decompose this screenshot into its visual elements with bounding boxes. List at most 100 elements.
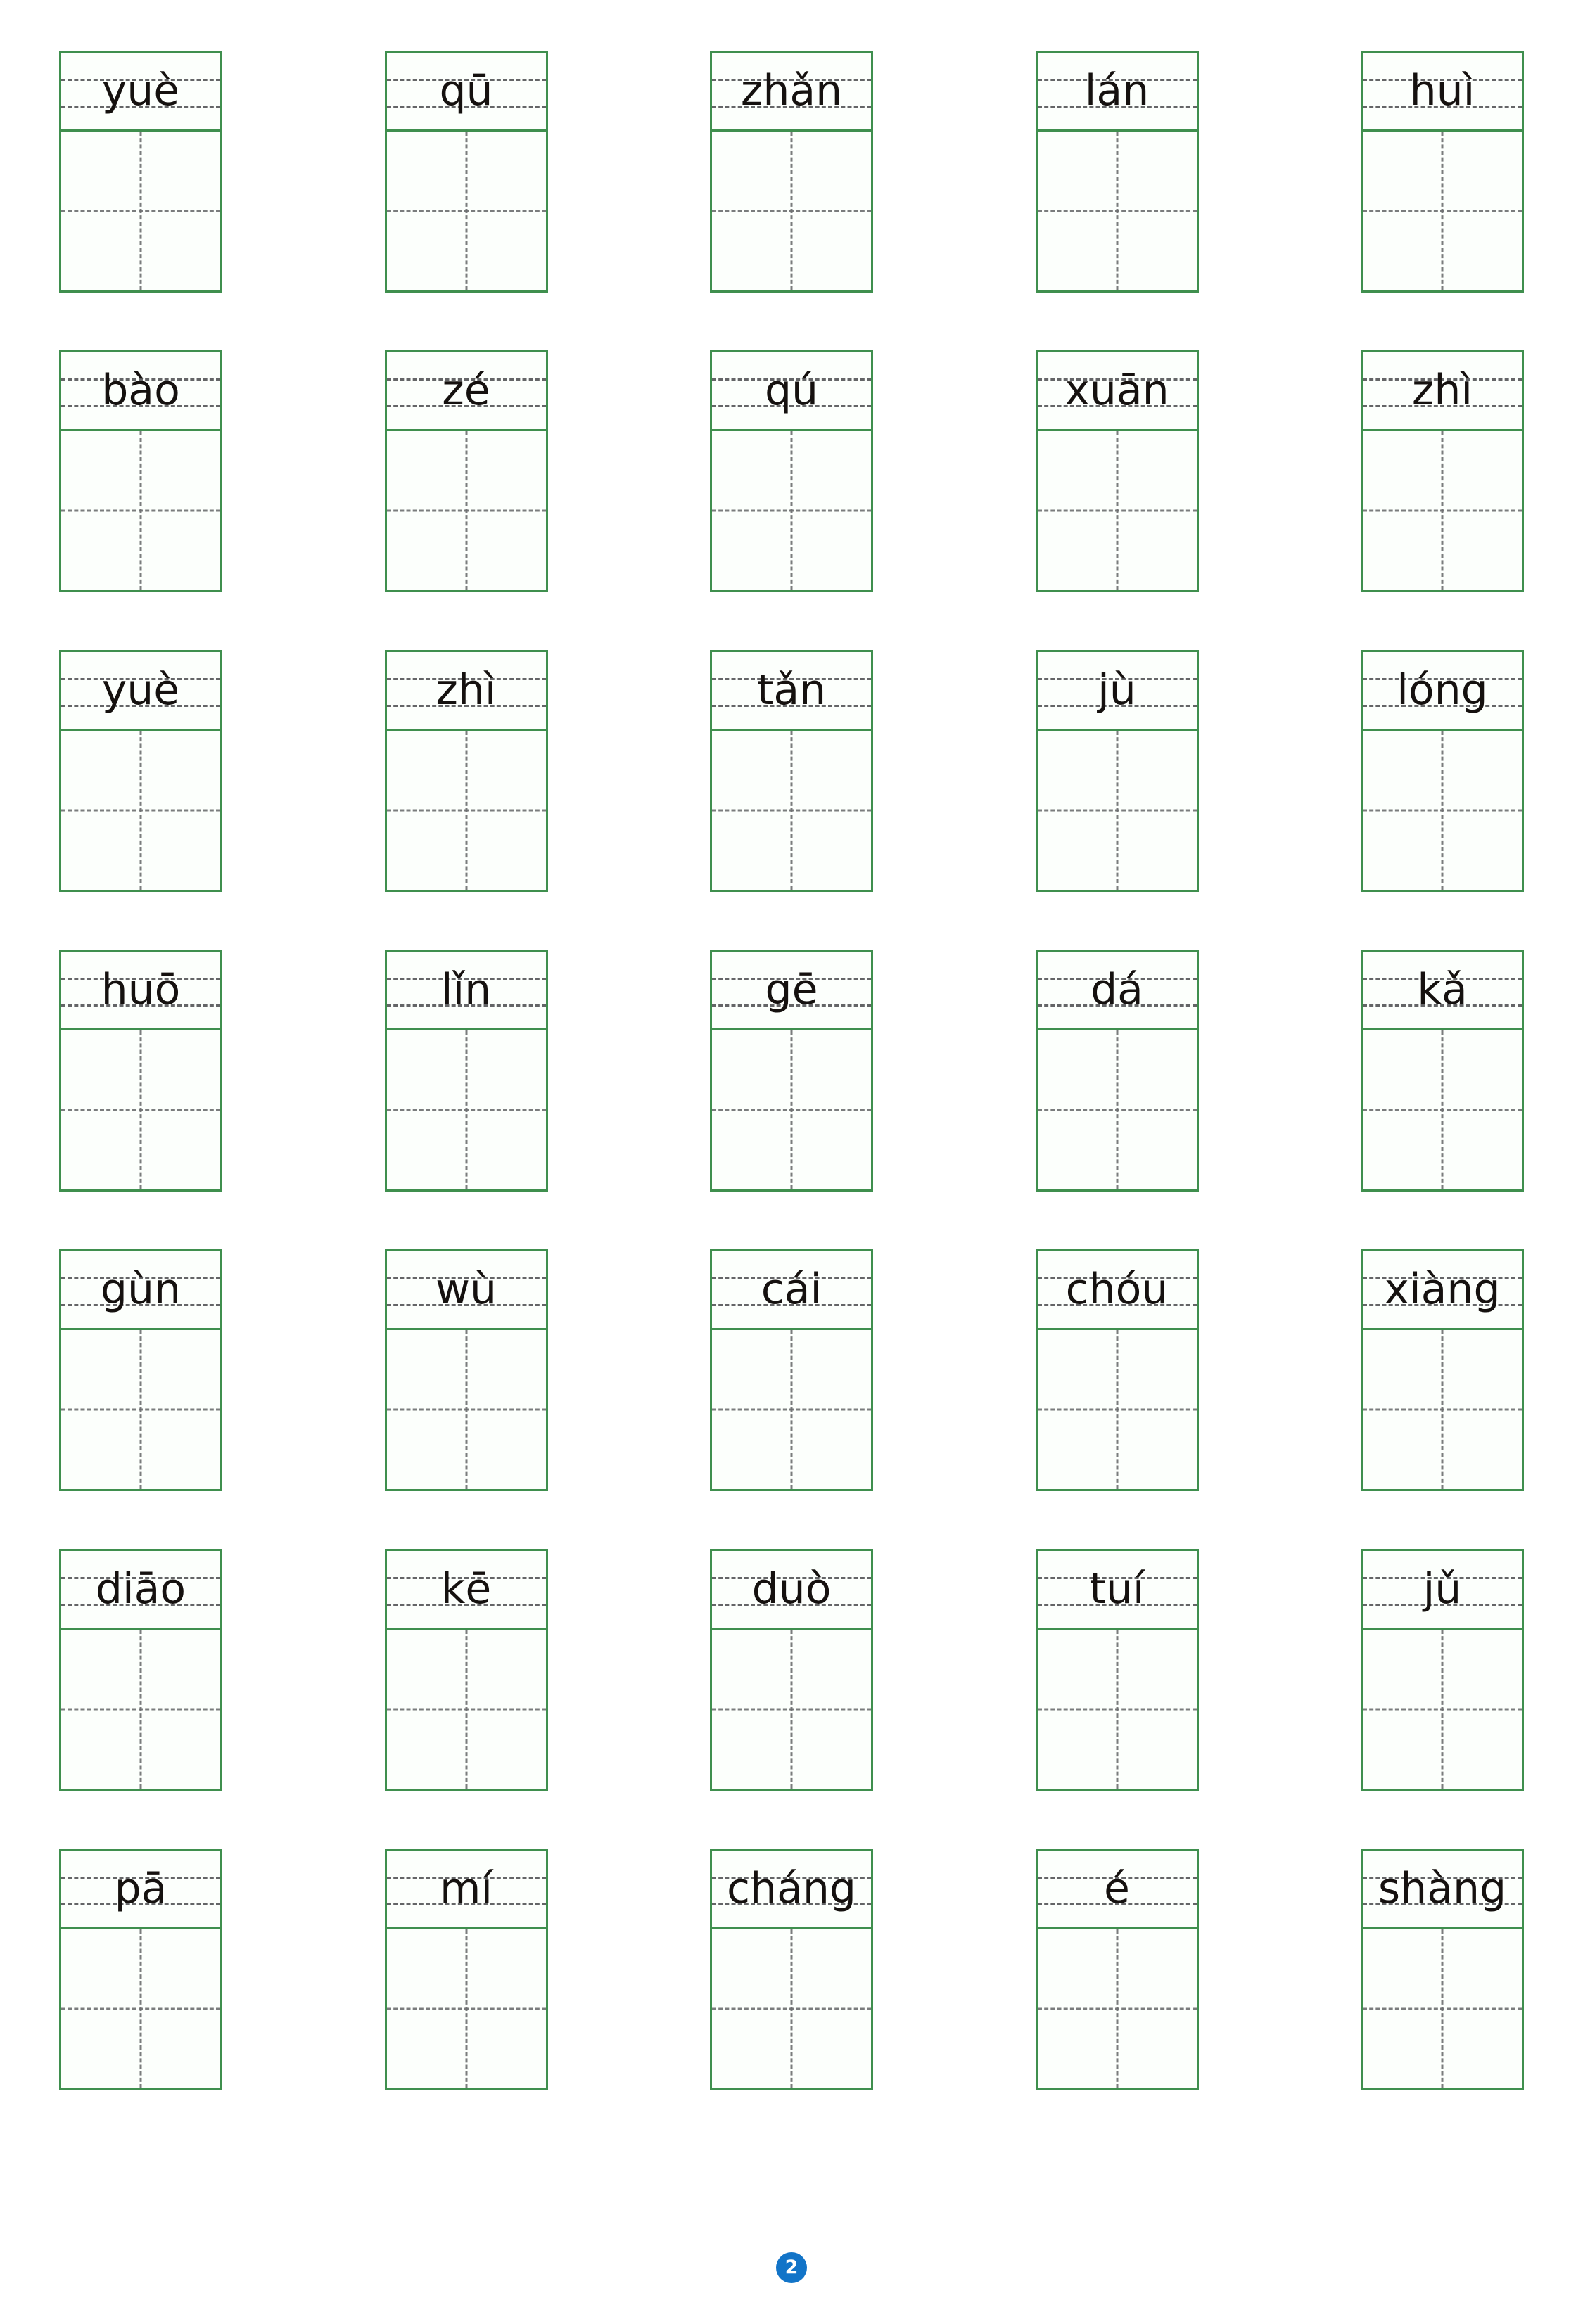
pinyin-label: lǐn	[440, 964, 492, 1014]
character-tianzige-box[interactable]	[384, 429, 548, 592]
practice-cell[interactable]: huō	[59, 950, 222, 1192]
practice-cell[interactable]: mí	[384, 1849, 548, 2090]
tianzige-horizontal-line	[61, 1109, 220, 1111]
practice-cell[interactable]: zhǎn	[710, 51, 873, 293]
pinyin-label: bào	[101, 365, 180, 415]
pinyin-four-line-box: gē	[710, 950, 873, 1028]
pinyin-four-line-box: yuè	[59, 650, 222, 729]
practice-cell[interactable]: gùn	[59, 1249, 222, 1491]
practice-cell[interactable]: lán	[1035, 51, 1199, 293]
practice-cell[interactable]: wù	[384, 1249, 548, 1491]
character-tianzige-box[interactable]	[59, 1328, 222, 1491]
practice-cell[interactable]: tǎn	[710, 650, 873, 892]
character-tianzige-box[interactable]	[59, 1927, 222, 2090]
tianzige-horizontal-line	[386, 1708, 546, 1711]
practice-cell[interactable]: qú	[710, 350, 873, 592]
character-tianzige-box[interactable]	[710, 1028, 873, 1192]
practice-cell[interactable]: lóng	[1361, 650, 1524, 892]
character-tianzige-box[interactable]	[384, 1628, 548, 1791]
character-tianzige-box[interactable]	[710, 729, 873, 892]
character-tianzige-box[interactable]	[59, 429, 222, 592]
pinyin-four-line-box: jǔ	[1361, 1549, 1524, 1628]
character-tianzige-box[interactable]	[1361, 1328, 1524, 1491]
character-tianzige-box[interactable]	[59, 729, 222, 892]
character-tianzige-box[interactable]	[710, 1328, 873, 1491]
character-tianzige-box[interactable]	[1361, 129, 1524, 293]
pinyin-four-line-box: tuí	[1035, 1549, 1199, 1628]
pinyin-four-line-box: wù	[384, 1249, 548, 1328]
character-tianzige-box[interactable]	[59, 1028, 222, 1192]
character-tianzige-box[interactable]	[1361, 1028, 1524, 1192]
practice-cell[interactable]: duò	[710, 1549, 873, 1791]
practice-cell[interactable]: kē	[384, 1549, 548, 1791]
practice-cell[interactable]: jǔ	[1361, 1549, 1524, 1791]
practice-cell[interactable]: jù	[1035, 650, 1199, 892]
character-tianzige-box[interactable]	[1361, 729, 1524, 892]
character-tianzige-box[interactable]	[1361, 1927, 1524, 2090]
character-tianzige-box[interactable]	[1035, 729, 1199, 892]
character-tianzige-box[interactable]	[1035, 1328, 1199, 1491]
practice-row: diāo kē duò tuí jǔ	[59, 1549, 1524, 1791]
page-footer: 2	[59, 2252, 1524, 2324]
tianzige-horizontal-line	[61, 210, 220, 212]
character-tianzige-box[interactable]	[1035, 1028, 1199, 1192]
practice-cell[interactable]: zé	[384, 350, 548, 592]
practice-cell[interactable]: dá	[1035, 950, 1199, 1192]
tianzige-horizontal-line	[1037, 1109, 1197, 1111]
character-tianzige-box[interactable]	[1035, 429, 1199, 592]
practice-cell[interactable]: yuè	[59, 650, 222, 892]
practice-cell[interactable]: cái	[710, 1249, 873, 1491]
pinyin-four-line-box: pā	[59, 1849, 222, 1927]
tianzige-horizontal-line	[712, 1408, 871, 1411]
practice-cell[interactable]: cháng	[710, 1849, 873, 2090]
practice-cell[interactable]: lǐn	[384, 950, 548, 1192]
tianzige-horizontal-line	[1037, 809, 1197, 812]
pinyin-label: mí	[439, 1863, 493, 1913]
character-tianzige-box[interactable]	[59, 129, 222, 293]
tianzige-horizontal-line	[712, 509, 871, 512]
practice-cell[interactable]: qū	[384, 51, 548, 293]
pinyin-label: huō	[101, 964, 181, 1014]
practice-cell[interactable]: é	[1035, 1849, 1199, 2090]
character-tianzige-box[interactable]	[59, 1628, 222, 1791]
practice-cell[interactable]: bào	[59, 350, 222, 592]
pinyin-label: zhǎn	[740, 65, 843, 115]
practice-cell[interactable]: xuān	[1035, 350, 1199, 592]
character-tianzige-box[interactable]	[710, 429, 873, 592]
character-tianzige-box[interactable]	[384, 1028, 548, 1192]
practice-cell[interactable]: huì	[1361, 51, 1524, 293]
tianzige-horizontal-line	[712, 1109, 871, 1111]
pinyin-label: yuè	[101, 665, 180, 715]
practice-cell[interactable]: gē	[710, 950, 873, 1192]
practice-cell[interactable]: tuí	[1035, 1549, 1199, 1791]
pinyin-label: kē	[440, 1564, 492, 1614]
practice-cell[interactable]: shàng	[1361, 1849, 1524, 2090]
pinyin-label: zhì	[1411, 365, 1473, 415]
practice-cell[interactable]: chóu	[1035, 1249, 1199, 1491]
practice-cell[interactable]: zhì	[1361, 350, 1524, 592]
character-tianzige-box[interactable]	[710, 1927, 873, 2090]
pinyin-practice-worksheet: yuè qū zhǎn lán huì bào zé qú xuān zhì y…	[0, 0, 1583, 2324]
character-tianzige-box[interactable]	[710, 1628, 873, 1791]
character-tianzige-box[interactable]	[384, 129, 548, 293]
pinyin-four-line-box: tǎn	[710, 650, 873, 729]
practice-cell[interactable]: yuè	[59, 51, 222, 293]
character-tianzige-box[interactable]	[1035, 1628, 1199, 1791]
character-tianzige-box[interactable]	[1361, 1628, 1524, 1791]
character-tianzige-box[interactable]	[710, 129, 873, 293]
practice-cell[interactable]: xiàng	[1361, 1249, 1524, 1491]
practice-cell[interactable]: pā	[59, 1849, 222, 2090]
pinyin-four-line-box: yuè	[59, 51, 222, 129]
practice-row: huō lǐn gē dá kǎ	[59, 950, 1524, 1192]
character-tianzige-box[interactable]	[1035, 129, 1199, 293]
practice-cell[interactable]: diāo	[59, 1549, 222, 1791]
pinyin-four-line-box: zé	[384, 350, 548, 429]
practice-cell[interactable]: kǎ	[1361, 950, 1524, 1192]
character-tianzige-box[interactable]	[384, 1927, 548, 2090]
character-tianzige-box[interactable]	[384, 729, 548, 892]
character-tianzige-box[interactable]	[1361, 429, 1524, 592]
practice-cell[interactable]: zhì	[384, 650, 548, 892]
character-tianzige-box[interactable]	[384, 1328, 548, 1491]
character-tianzige-box[interactable]	[1035, 1927, 1199, 2090]
tianzige-horizontal-line	[61, 1408, 220, 1411]
